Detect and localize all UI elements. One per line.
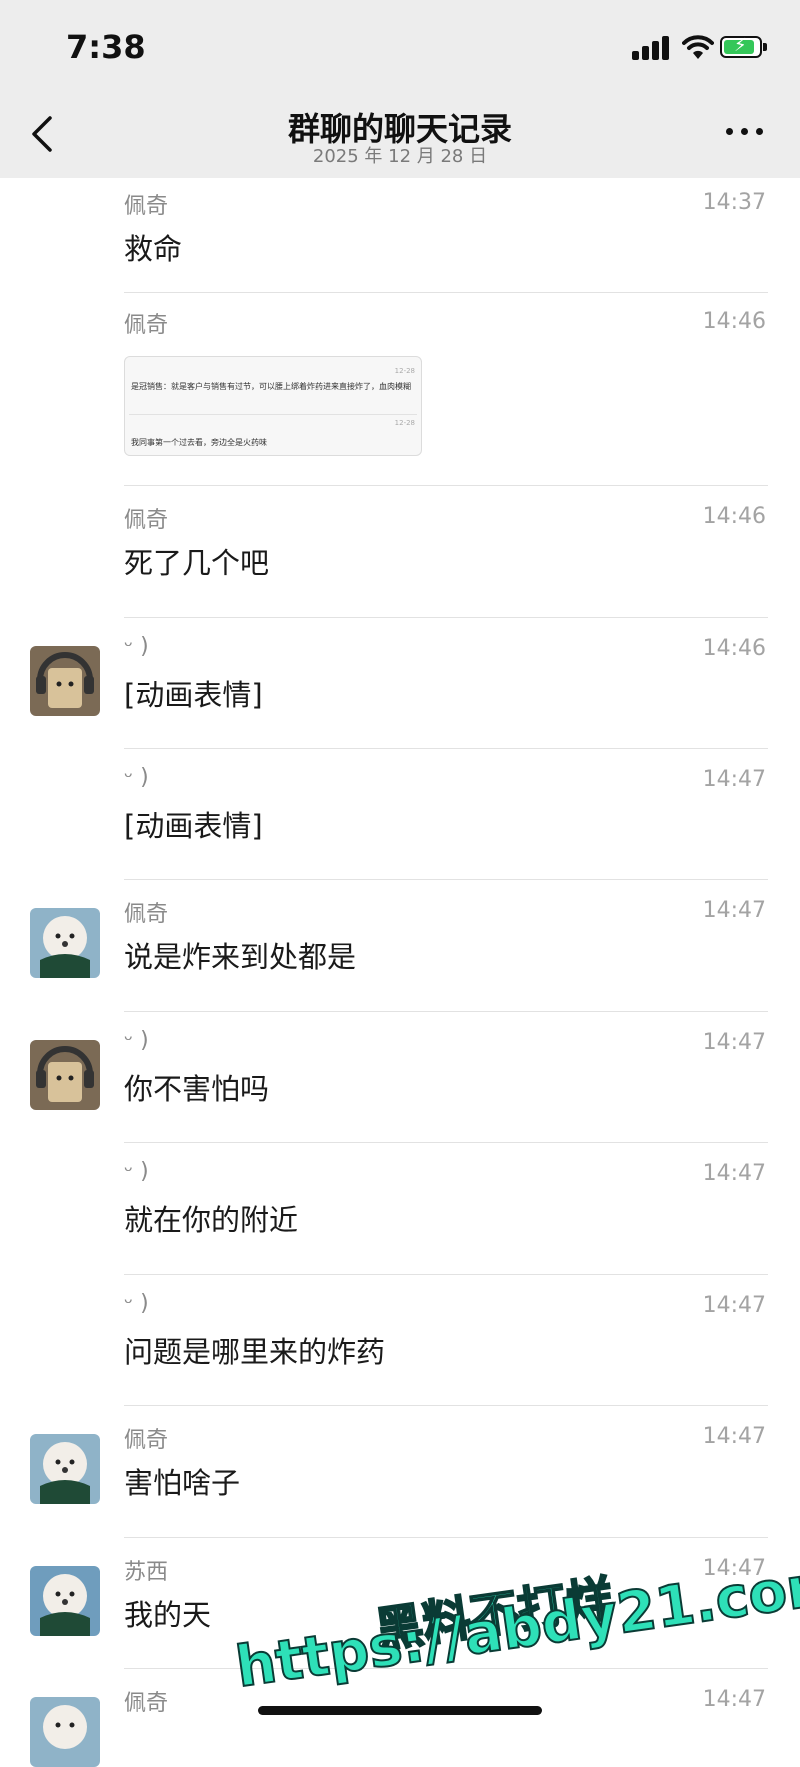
- message-item: 佩奇 14:47 说是炸来到处都是: [0, 880, 800, 1012]
- message-time: 14:46: [702, 504, 766, 529]
- message-time: 14:46: [702, 636, 766, 661]
- avatar-dog[interactable]: [30, 1434, 100, 1504]
- message-item: 佩奇 14:37 救命: [0, 178, 800, 293]
- home-indicator[interactable]: [258, 1706, 542, 1715]
- message-list: 佩奇 14:37 救命 佩奇 14:46 12-28 是冠销售：就是客户与销售有…: [0, 178, 800, 1767]
- message-item: ᵕ ) 14:47 就在你的附近: [0, 1143, 800, 1275]
- signal-icon: [632, 36, 672, 60]
- avatar-dog[interactable]: [30, 1566, 100, 1636]
- message-text[interactable]: 死了几个吧: [124, 540, 269, 582]
- wifi-icon: [682, 35, 714, 59]
- sender-name: ᵕ ): [124, 765, 149, 790]
- message-item: ᵕ ) 14:47 [动画表情]: [0, 749, 800, 880]
- message-text[interactable]: 救命: [124, 226, 182, 268]
- sender-name: 佩奇: [124, 1691, 169, 1716]
- message-time: 14:47: [702, 767, 766, 792]
- top-bar: 7:38 ⚡ 群聊的聊天记录 2025 年 12 月 28 日: [0, 0, 800, 178]
- sender-name: 佩奇: [124, 313, 169, 338]
- message-text[interactable]: 问题是哪里来的炸药: [124, 1329, 385, 1371]
- image-meta: 12-28: [394, 419, 415, 427]
- image-separator: [129, 414, 417, 415]
- sender-name: 佩奇: [124, 508, 169, 533]
- sender-name: 佩奇: [124, 194, 169, 219]
- message-item: ᵕ ) 14:47 问题是哪里来的炸药: [0, 1275, 800, 1406]
- message-item: 佩奇 14:46 12-28 是冠销售：就是客户与销售有过节，可以腰上绑着炸药进…: [0, 293, 800, 486]
- avatar-dog[interactable]: [30, 1697, 100, 1767]
- message-item: 佩奇 14:46 死了几个吧: [0, 486, 800, 618]
- message-time: 14:47: [702, 1424, 766, 1449]
- sender-name: 苏西: [124, 1560, 169, 1585]
- message-time: 14:47: [702, 1161, 766, 1186]
- message-item: ᵕ ) 14:46 [动画表情]: [0, 618, 800, 749]
- message-text[interactable]: [动画表情]: [124, 672, 263, 714]
- message-time: 14:47: [702, 1030, 766, 1055]
- message-time: 14:47: [702, 1687, 766, 1712]
- sender-name: ᵕ ): [124, 1028, 149, 1053]
- battery-icon: ⚡: [720, 35, 767, 58]
- image-text-line: 我同事第一个过去看，旁边全是火药味: [131, 438, 267, 447]
- sender-name: 佩奇: [124, 902, 169, 927]
- message-time: 14:47: [702, 1293, 766, 1318]
- message-text[interactable]: 我的天: [124, 1592, 211, 1634]
- message-text[interactable]: 你不害怕吗: [124, 1066, 269, 1108]
- sender-name: ᵕ ): [124, 1291, 149, 1316]
- message-item: ᵕ ) 14:47 你不害怕吗: [0, 1012, 800, 1143]
- message-time: 14:47: [702, 898, 766, 923]
- image-text-line: 是冠销售：就是客户与销售有过节，可以腰上绑着炸药进来直接炸了，血肉模糊: [131, 382, 411, 391]
- avatar-dog[interactable]: [30, 908, 100, 978]
- avatar-bear[interactable]: [30, 646, 100, 716]
- message-item: 佩奇 14:47 害怕啥子: [0, 1406, 800, 1538]
- message-text[interactable]: 就在你的附近: [124, 1197, 298, 1239]
- status-time: 7:38: [66, 28, 146, 66]
- page-subtitle: 2025 年 12 月 28 日: [312, 146, 488, 167]
- message-time: 14:46: [702, 309, 766, 334]
- more-options-icon[interactable]: [726, 128, 764, 138]
- sender-name: 佩奇: [124, 1428, 169, 1453]
- image-meta: 12-28: [394, 367, 415, 375]
- message-text[interactable]: [动画表情]: [124, 803, 263, 845]
- image-message[interactable]: 12-28 是冠销售：就是客户与销售有过节，可以腰上绑着炸药进来直接炸了，血肉模…: [124, 356, 422, 456]
- avatar-bear[interactable]: [30, 1040, 100, 1110]
- sender-name: ᵕ ): [124, 634, 149, 659]
- sender-name: ᵕ ): [124, 1159, 149, 1184]
- message-time: 14:37: [702, 190, 766, 215]
- message-text[interactable]: 害怕啥子: [124, 1460, 240, 1502]
- message-text[interactable]: 说是炸来到处都是: [124, 934, 356, 976]
